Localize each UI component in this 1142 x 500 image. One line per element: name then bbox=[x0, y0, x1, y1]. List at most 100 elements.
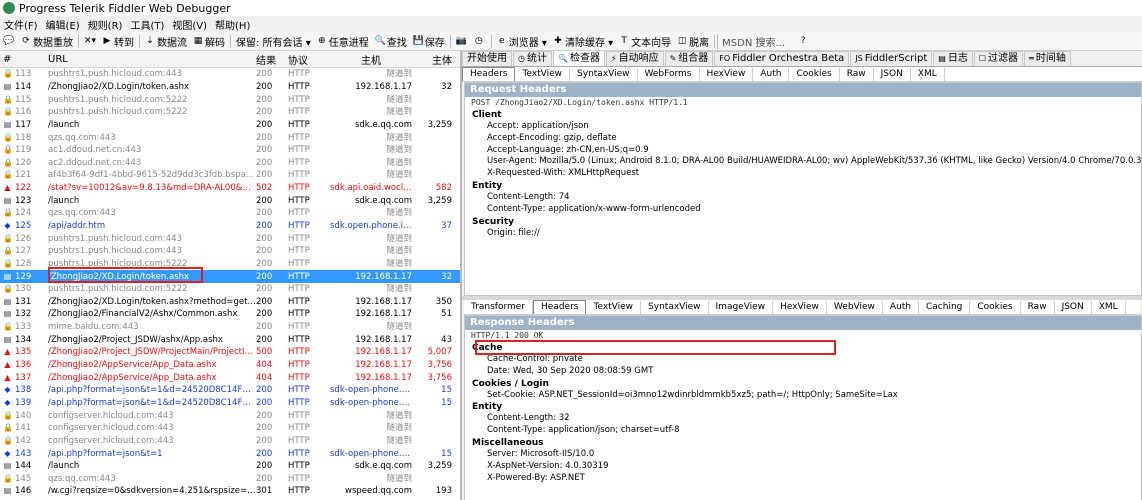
response-tab-textview[interactable]: TextView bbox=[586, 300, 642, 314]
session-row[interactable]: 🔒 126 pushtrs1.push.hicloud.com:443 200 HTTP… bbox=[0, 232, 460, 245]
request-tab-xml[interactable]: XML bbox=[911, 67, 945, 81]
session-row[interactable]: 🔒 133 mime.baidu.com:443 200 HTTP 隧道到 bbox=[0, 321, 460, 334]
menu-item-4[interactable]: 视图(V) bbox=[168, 17, 211, 32]
request-tab-raw[interactable]: Raw bbox=[840, 67, 874, 81]
response-tab-hexview[interactable]: HexView bbox=[773, 300, 827, 314]
session-row[interactable]: 🔒 119 ac1.ddoud.net.cn:443 200 HTTP 隧道到 bbox=[0, 144, 460, 157]
request-tab-syntaxview[interactable]: SyntaxView bbox=[570, 67, 638, 81]
response-tab-caching[interactable]: Caching bbox=[919, 300, 971, 314]
session-row[interactable]: 🔒 124 qzs.qq.com:443 200 HTTP 隧道到 bbox=[0, 207, 460, 220]
tab-5[interactable]: FO Fiddler Orchestra Beta bbox=[714, 51, 850, 66]
session-row[interactable]: ▲ 137/ZhongJiao2/AppService/App_Data.ashx… bbox=[0, 371, 460, 384]
session-row[interactable]: ◆ 125/api/addr.htm 200 HTTP sdk.open.phone.i… bbox=[0, 220, 460, 233]
session-row[interactable]: ◆ 143/api.php?format=json&t=1 200 HTTP sdk-o… bbox=[0, 447, 460, 460]
tab-0[interactable]: 开始使用 bbox=[462, 51, 512, 66]
column-header-url[interactable]: URL bbox=[48, 54, 256, 65]
session-row[interactable]: 🔒 120 ac2.ddoud.net.cn:443 200 HTTP 隧道到 bbox=[0, 156, 460, 169]
toolbar-replay-button[interactable]: ⟳ 数据重放 bbox=[18, 34, 76, 49]
session-row[interactable]: 🔒 113 pushtrs1.push.hicloud.com:443 200 HTTP… bbox=[0, 68, 460, 81]
session-row[interactable]: 🔒 130 pushtrs1.push.hicloud.com:5222 200 HTT… bbox=[0, 283, 460, 296]
response-tab-syntaxview[interactable]: SyntaxView bbox=[641, 300, 709, 314]
response-tab-raw[interactable]: Raw bbox=[1021, 300, 1055, 314]
column-header-result[interactable]: 结果 bbox=[256, 52, 288, 67]
session-row[interactable]: 🔒 140 configserver.hicloud.com:443 200 HTTP 隧… bbox=[0, 409, 460, 422]
msdn-search-input[interactable]: MSDN 搜索... bbox=[717, 33, 795, 49]
menu-item-1[interactable]: 编辑(E) bbox=[42, 17, 84, 32]
request-tab-hexview[interactable]: HexView bbox=[700, 67, 754, 81]
request-tab-webforms[interactable]: WebForms bbox=[638, 67, 700, 81]
toolbar-screenshot-button[interactable]: 📷 bbox=[453, 36, 471, 46]
response-tab-cookies[interactable]: Cookies bbox=[970, 300, 1021, 314]
session-row[interactable]: ▤ 131/ZhongJiao2/XD.Login/token.ashx?meth… bbox=[0, 296, 460, 309]
toolbar-help-button[interactable]: ? bbox=[795, 36, 813, 46]
session-row[interactable]: ▤ 144/launch 200 HTTP sdk.e.qq.com 3,259 bbox=[0, 460, 460, 473]
session-row[interactable]: ▤ 146/w.cgi?reqsize=0&sdkversion=4.251&rs… bbox=[0, 485, 460, 498]
menu-item-3[interactable]: 工具(T) bbox=[126, 17, 168, 32]
toolbar-clear-cache-button[interactable]: ✚ 清除缓存 ▾ bbox=[550, 34, 616, 49]
session-row[interactable]: 🔒 118 qzs.qq.com:443 200 HTTP 隧道到 bbox=[0, 131, 460, 144]
response-tab-auth[interactable]: Auth bbox=[883, 300, 919, 314]
tab-1[interactable]: ◷ 统计 bbox=[513, 51, 552, 66]
response-tab-headers[interactable]: Headers bbox=[533, 300, 587, 314]
request-tab-cookies[interactable]: Cookies bbox=[789, 67, 840, 81]
session-row[interactable]: ▤ 129/ZhongJiao2/XD.Login/token.ashx 200 HT… bbox=[0, 270, 460, 283]
menu-item-2[interactable]: 规则(R) bbox=[84, 17, 127, 32]
response-tab-imageview[interactable]: ImageView bbox=[709, 300, 774, 314]
toolbar-stream-button[interactable]: ⇣ 数据流 bbox=[142, 34, 190, 49]
toolbar-find-button[interactable]: 🔍 查找 bbox=[372, 34, 410, 49]
session-row[interactable]: 🔒 121 af4b3f64-9df1-4bbd-9615-52d9dd3c3fdb… bbox=[0, 169, 460, 182]
toolbar-target-button[interactable]: ⊕ 任意进程 bbox=[314, 34, 372, 49]
column-header-host[interactable]: 主机 bbox=[330, 52, 412, 67]
toolbar-keep-button[interactable]: 保留: 所有会话 ▾ bbox=[233, 34, 314, 49]
response-tab-json[interactable]: JSON bbox=[1055, 300, 1092, 314]
toolbar-text-wizard-button[interactable]: T 文本向导 bbox=[616, 34, 674, 49]
session-row[interactable]: 🔒 145 qzs.qq.com:443 200 HTTP 隧道到 bbox=[0, 473, 460, 486]
response-tab-transformer[interactable]: Transformer bbox=[464, 300, 534, 314]
tunnel-icon: 🔒 bbox=[3, 284, 13, 294]
tab-9[interactable]: ═ 时间轴 bbox=[1024, 51, 1071, 66]
tab-4[interactable]: ✎ 组合器 bbox=[664, 51, 714, 66]
request-tab-headers[interactable]: Headers bbox=[462, 67, 516, 81]
session-row[interactable]: ▤ 117/launch 200 HTTP sdk.e.qq.com 3,259 bbox=[0, 119, 460, 132]
tab-6[interactable]: JS FiddlerScript bbox=[850, 51, 933, 66]
menu-item-0[interactable]: 文件(F) bbox=[0, 17, 42, 32]
toolbar-timer-button[interactable]: ◷ bbox=[471, 36, 489, 46]
session-row[interactable]: ▲ 122/stat?sv=10012&av=9.8.13&md=DRA-AL00… bbox=[0, 182, 460, 195]
request-tab-auth[interactable]: Auth bbox=[753, 67, 790, 81]
toolbar-comment-button[interactable]: 💬 bbox=[0, 36, 18, 46]
toolbar-save-button[interactable]: 💾 保存 bbox=[410, 34, 448, 49]
column-header-body[interactable]: 主体 bbox=[412, 52, 456, 67]
session-row[interactable]: ▤ 123/launch 200 HTTP sdk.e.qq.com 3,259 bbox=[0, 194, 460, 207]
response-tab-xml[interactable]: XML bbox=[1092, 300, 1126, 314]
session-row[interactable]: 🔒 128 pushtrs1.push.hicloud.com:5222 200 HTT… bbox=[0, 258, 460, 271]
toolbar-remove-button[interactable]: ✕▾ bbox=[81, 36, 99, 46]
request-tab-json[interactable]: JSON bbox=[874, 67, 911, 81]
session-row[interactable]: 🔒 115 pushtrs1.push.hicloud.com:5222 200 HTT… bbox=[0, 93, 460, 106]
session-row[interactable]: ◆ 138/api.php?format=json&t=1&d=24520D8C1… bbox=[0, 384, 460, 397]
session-row[interactable]: ▤ 114/ZhongJiao2/XD.Login/token.ashx 200 HT… bbox=[0, 81, 460, 94]
session-row[interactable]: ▲ 135/ZhongJiao2/Project_JSDW/ProjectMain… bbox=[0, 346, 460, 359]
session-row[interactable]: ▤ 134/ZhongJiao2/Project_JSDW/ashx/App.as… bbox=[0, 333, 460, 346]
tab-7[interactable]: ▤ 日志 bbox=[933, 51, 973, 66]
session-row[interactable]: ▤ 132/ZhongJiao2/FinancialV2/Ashx/Common.… bbox=[0, 308, 460, 321]
tab-8[interactable]: ☐ 过滤器 bbox=[973, 51, 1023, 66]
tab-3[interactable]: ⚡ 自动响应 bbox=[605, 51, 664, 66]
session-row[interactable]: 🔒 142 configserver.hicloud.com:443 200 HTTP 隧… bbox=[0, 435, 460, 448]
toolbar-decode-button[interactable]: ▦ 解码 bbox=[190, 34, 228, 49]
session-row[interactable]: ◆ 139/api.php?format=json&t=1&d=24520D8C1… bbox=[0, 397, 460, 410]
tab-2[interactable]: 🔍 检查器 bbox=[552, 51, 605, 66]
request-tab-textview[interactable]: TextView bbox=[515, 67, 571, 81]
session-row[interactable]: ▲ 136/ZhongJiao2/AppService/App_Data.ashx… bbox=[0, 359, 460, 372]
sessions-rows: 🔒 113 pushtrs1.push.hicloud.com:443 200 HTTP… bbox=[0, 68, 460, 498]
column-header-number[interactable]: # bbox=[0, 54, 48, 65]
toolbar-browse-button[interactable]: e 浏览器 ▾ bbox=[494, 34, 550, 49]
column-header-protocol[interactable]: 协议 bbox=[288, 52, 330, 67]
session-row[interactable]: 🔒 127 pushtrs1.push.hicloud.com:443 200 HTTP… bbox=[0, 245, 460, 258]
menu-item-5[interactable]: 帮助(H) bbox=[211, 17, 254, 32]
session-body-size: 3,259 bbox=[427, 119, 452, 130]
toolbar-tearoff-button[interactable]: ◫ 脱离 bbox=[674, 34, 712, 49]
session-row[interactable]: 🔒 116 pushtrs1.push.hicloud.com:5222 200 HTT… bbox=[0, 106, 460, 119]
response-tab-webview[interactable]: WebView bbox=[827, 300, 883, 314]
session-row[interactable]: 🔒 141 configserver.hicloud.com:443 200 HTTP 隧… bbox=[0, 422, 460, 435]
toolbar-go-button[interactable]: ▶ 转到 bbox=[99, 34, 137, 49]
